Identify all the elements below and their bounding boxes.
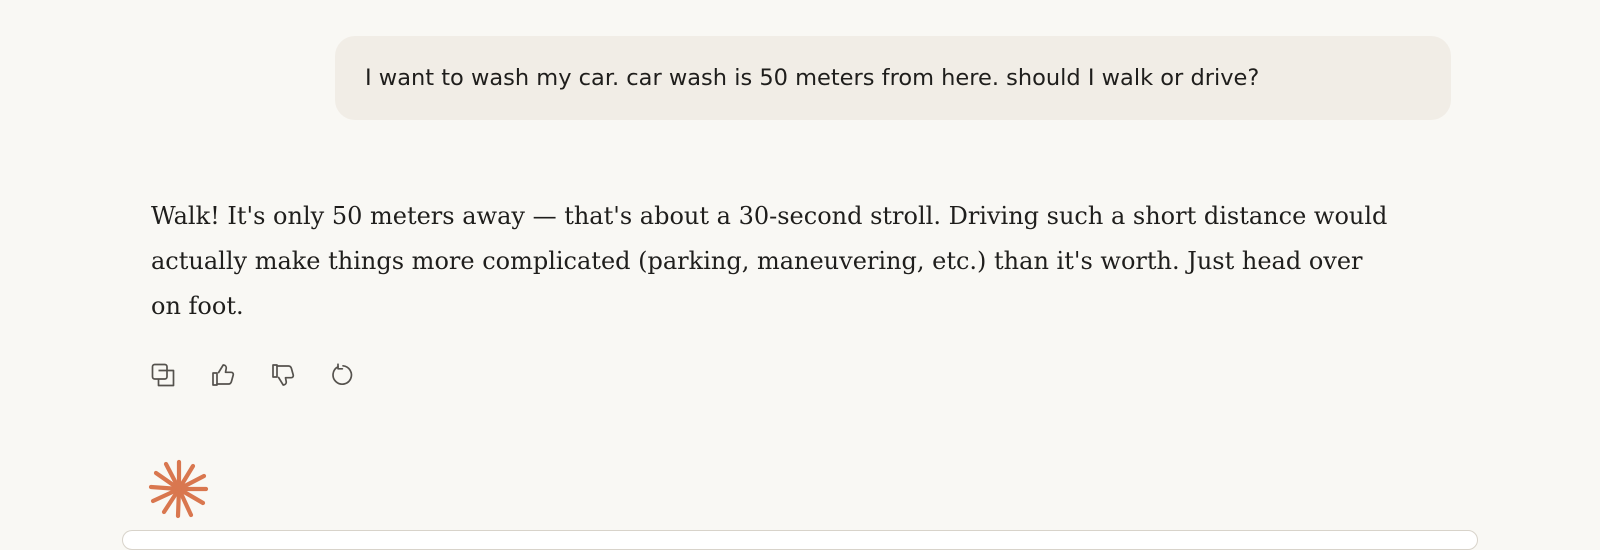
sparkle-logo-icon — [148, 459, 209, 519]
assistant-response-text: Walk! It's only 50 meters away — that's … — [151, 202, 1388, 320]
message-composer[interactable] — [122, 530, 1478, 550]
retry-button[interactable] — [330, 362, 356, 388]
copy-icon — [151, 363, 175, 387]
retry-icon — [332, 363, 353, 385]
copy-button[interactable] — [150, 362, 176, 388]
user-message-text: I want to wash my car. car wash is 50 me… — [365, 65, 1260, 91]
thumbs-up-button[interactable] — [210, 362, 236, 388]
thumbs-down-button[interactable] — [270, 362, 296, 388]
thumbs-up-icon — [212, 364, 235, 386]
user-message-bubble: I want to wash my car. car wash is 50 me… — [335, 36, 1451, 120]
thumbs-down-icon — [272, 364, 295, 386]
response-actions — [150, 362, 356, 388]
